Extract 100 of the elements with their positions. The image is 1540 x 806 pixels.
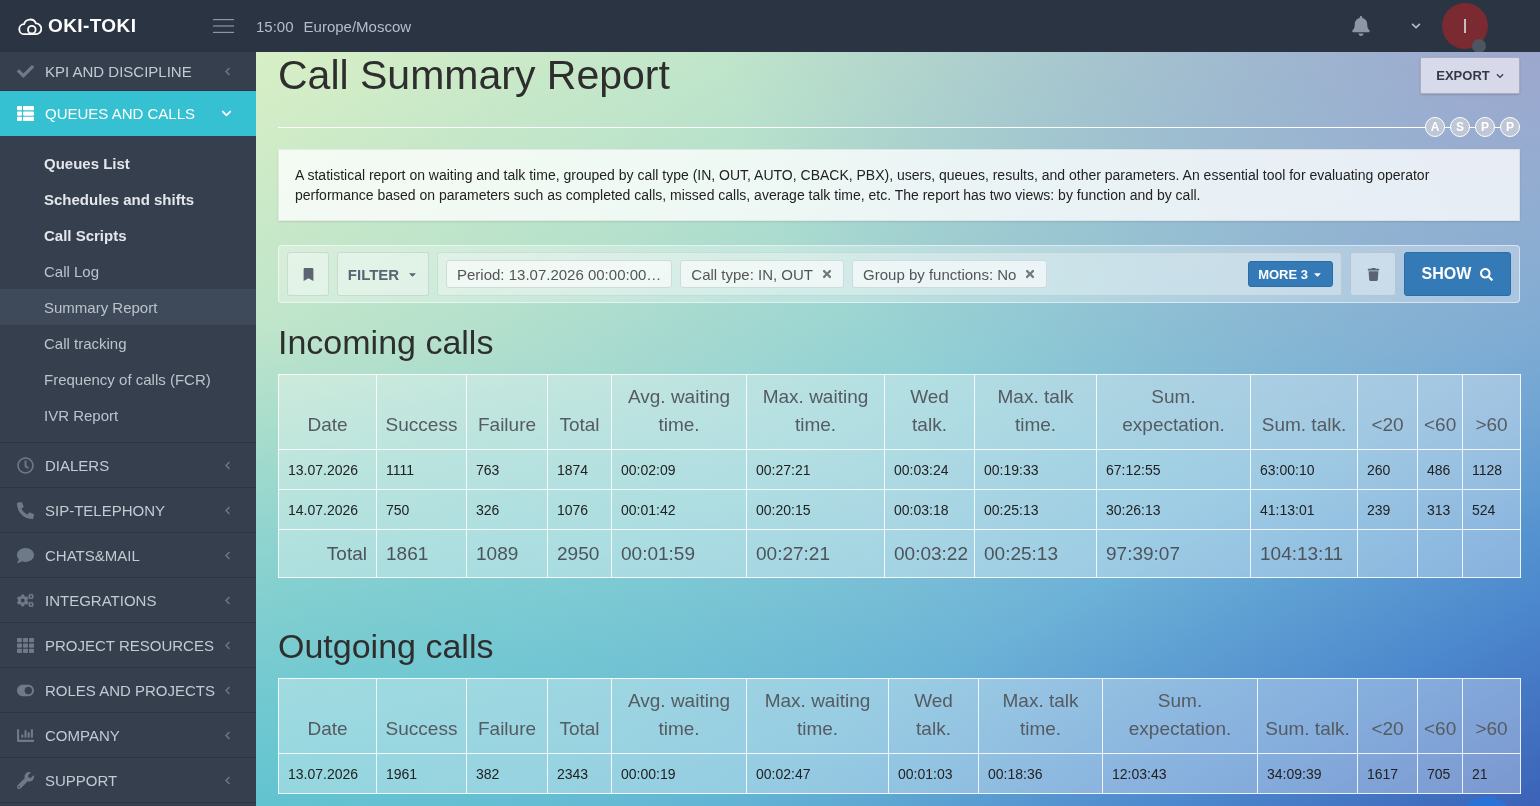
table-cell: 763: [466, 449, 548, 490]
phone-icon: [17, 501, 34, 519]
table-cell: 41:13:01: [1250, 489, 1358, 530]
bookmark-button[interactable]: [287, 252, 329, 296]
table-cell: 1961: [376, 753, 467, 794]
filter-chip[interactable]: Call type: IN, OUT: [680, 260, 845, 288]
table-cell: 00:00:19: [611, 753, 747, 794]
table-cell: 1076: [547, 489, 612, 530]
table-cell: 13.07.2026: [278, 753, 377, 794]
check-icon: [17, 62, 34, 80]
export-button[interactable]: EXPORT: [1420, 57, 1520, 94]
sidebar-menu-item[interactable]: PROJECT RESOURCES: [0, 623, 256, 668]
table-cell: 67:12:55: [1096, 449, 1251, 490]
table-cell: 239: [1357, 489, 1418, 530]
column-header: Failure: [466, 678, 548, 754]
table-cell: 00:02:09: [611, 449, 747, 490]
wrench-icon: [17, 771, 34, 789]
column-header: Max. waiting time.: [746, 678, 889, 754]
total-cell: 104:13:11: [1250, 529, 1358, 578]
menu-icon[interactable]: [213, 19, 234, 33]
column-header: Avg. waiting time.: [611, 374, 747, 450]
sidebar-submenu-item[interactable]: Frequency of calls (FCR): [0, 361, 256, 397]
column-header: Wed talk.: [884, 374, 975, 450]
sidebar-submenu-item[interactable]: Call Log: [0, 253, 256, 289]
table-cell: 1617: [1357, 753, 1418, 794]
sidebar-submenu-item[interactable]: IVR Report: [0, 397, 256, 433]
table-cell: 30:26:13: [1096, 489, 1251, 530]
sidebar-submenu-item[interactable]: Call tracking: [0, 325, 256, 361]
total-cell: 1089: [466, 529, 548, 578]
section-title: Outgoing calls: [278, 626, 495, 666]
column-header: Sum. talk.: [1257, 678, 1358, 754]
bell-icon[interactable]: [1351, 16, 1371, 36]
column-header: Date: [278, 678, 377, 754]
trash-icon: [1366, 267, 1380, 281]
column-header: Total: [547, 374, 612, 450]
brand-name: OKI-TOKI: [48, 15, 137, 37]
table-cell: 1874: [547, 449, 612, 490]
table-cell: 524: [1462, 489, 1521, 530]
bar-chart-icon: [17, 726, 34, 744]
sidebar-submenu-item[interactable]: Summary Report: [0, 289, 256, 325]
sidebar-menu-item[interactable]: CHATS&MAIL: [0, 533, 256, 578]
search-icon: [1480, 267, 1494, 281]
sidebar-submenu-item[interactable]: Schedules and shifts: [0, 181, 256, 217]
table-cell: 705: [1417, 753, 1463, 794]
table-cell: 326: [466, 489, 548, 530]
column-header: <20: [1357, 678, 1418, 754]
table-cell: 00:19:33: [974, 449, 1097, 490]
show-button[interactable]: SHOW: [1404, 252, 1511, 296]
table-cell: 1111: [376, 449, 467, 490]
table-cell: 00:20:15: [746, 489, 885, 530]
cloud-logo-icon: [18, 16, 42, 36]
table-cell: 13.07.2026: [278, 449, 377, 490]
column-header: Avg. waiting time.: [611, 678, 747, 754]
status-dot-icon: [1472, 39, 1486, 53]
sidebar-submenu-item[interactable]: Call Scripts: [0, 217, 256, 253]
column-header: <60: [1417, 678, 1463, 754]
close-icon[interactable]: [821, 268, 834, 280]
table-cell: 00:01:42: [611, 489, 747, 530]
table-cell: 00:27:21: [746, 449, 885, 490]
chevron-down-icon[interactable]: [1411, 21, 1421, 31]
table-cell: 14.07.2026: [278, 489, 377, 530]
table-cell: 260: [1357, 449, 1418, 490]
column-header: <20: [1357, 374, 1418, 450]
table-cell: 313: [1417, 489, 1463, 530]
list-icon: [17, 104, 34, 122]
user-avatar[interactable]: I: [1442, 3, 1488, 49]
total-cell: 97:39:07: [1096, 529, 1251, 578]
column-header: Success: [376, 374, 467, 450]
speech-bubble-icon: [17, 546, 34, 564]
bookmark-icon: [301, 267, 315, 281]
timezone-label: Europe/Moscow: [303, 17, 412, 35]
sidebar-submenu-item[interactable]: Queues List: [0, 145, 256, 181]
table-cell: 00:03:24: [884, 449, 975, 490]
column-header: >60: [1462, 374, 1521, 450]
total-cell: 1861: [376, 529, 467, 578]
close-icon[interactable]: [1024, 268, 1037, 280]
clock-icon: [17, 456, 34, 474]
delete-button[interactable]: [1350, 252, 1396, 296]
total-cell: 00:27:21: [746, 529, 885, 578]
column-header: Sum. talk.: [1250, 374, 1358, 450]
filter-button[interactable]: FILTER: [337, 252, 429, 296]
total-cell: 2950: [547, 529, 612, 578]
table-cell: 1128: [1462, 449, 1521, 490]
section-title: Incoming calls: [278, 322, 495, 362]
total-cell: 00:01:59: [611, 529, 747, 578]
table-cell: 382: [466, 753, 548, 794]
column-header: >60: [1462, 678, 1521, 754]
column-header: Date: [278, 374, 377, 450]
total-cell: 00:25:13: [974, 529, 1097, 578]
current-time: 15:00: [256, 17, 294, 35]
more-filters-button[interactable]: MORE 3: [1248, 261, 1333, 287]
filter-chip[interactable]: Period: 13.07.2026 00:00:00…: [446, 260, 673, 288]
report-description: A statistical report on waiting and talk time, grouped by call type (IN, OUT, AUTO, CBACK, PBX), users, queues, results, and other parameters. An essential tool for evaluating operator performance based on parameters such as completed calls, missed calls, average talk time, etc. The report has two views: by function and by call.: [278, 149, 1520, 221]
page-title: Call Summary Report: [278, 52, 670, 98]
column-header: Failure: [466, 374, 548, 450]
table-cell: 34:09:39: [1257, 753, 1358, 794]
table-cell: 12:03:43: [1102, 753, 1258, 794]
column-header: Max. talk time.: [974, 374, 1097, 450]
table-cell: 486: [1417, 449, 1463, 490]
filter-chip[interactable]: Group by functions: No: [852, 260, 1048, 288]
